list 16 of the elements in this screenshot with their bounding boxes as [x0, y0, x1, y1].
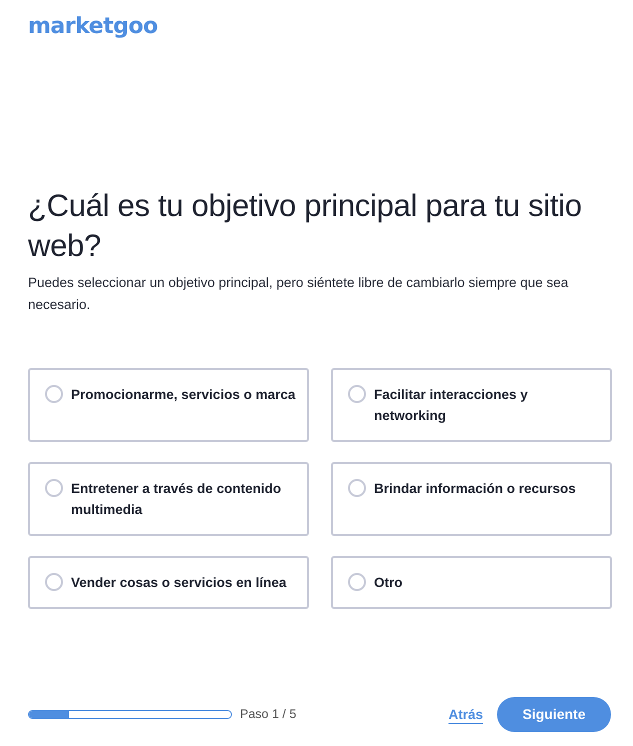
radio-icon — [348, 479, 366, 497]
question-description: Puedes seleccionar un objetivo principal, pero siéntete libre de cambiarlo siempre que sea necesario. — [28, 274, 570, 314]
radio-icon — [348, 385, 366, 403]
option-card[interactable]: Promocionarme, servicios o marca — [28, 368, 309, 442]
radio-icon — [45, 573, 63, 591]
question-heading: ¿Cuál es tu objetivo principal para tu sitio web? — [28, 187, 583, 265]
option-card[interactable]: Facilitar interacciones y networking — [331, 368, 612, 442]
option-card[interactable]: Entretener a través de contenido multimedia — [28, 462, 309, 536]
logo: marketgoo — [28, 14, 158, 39]
step-label: Paso 1 / 5 — [240, 707, 296, 721]
option-card[interactable]: Otro — [331, 556, 612, 609]
radio-icon — [45, 385, 63, 403]
radio-icon — [45, 479, 63, 497]
option-card[interactable]: Vender cosas o servicios en línea — [28, 556, 309, 609]
radio-icon — [348, 573, 366, 591]
option-card[interactable]: Brindar información o recursos — [331, 462, 612, 536]
